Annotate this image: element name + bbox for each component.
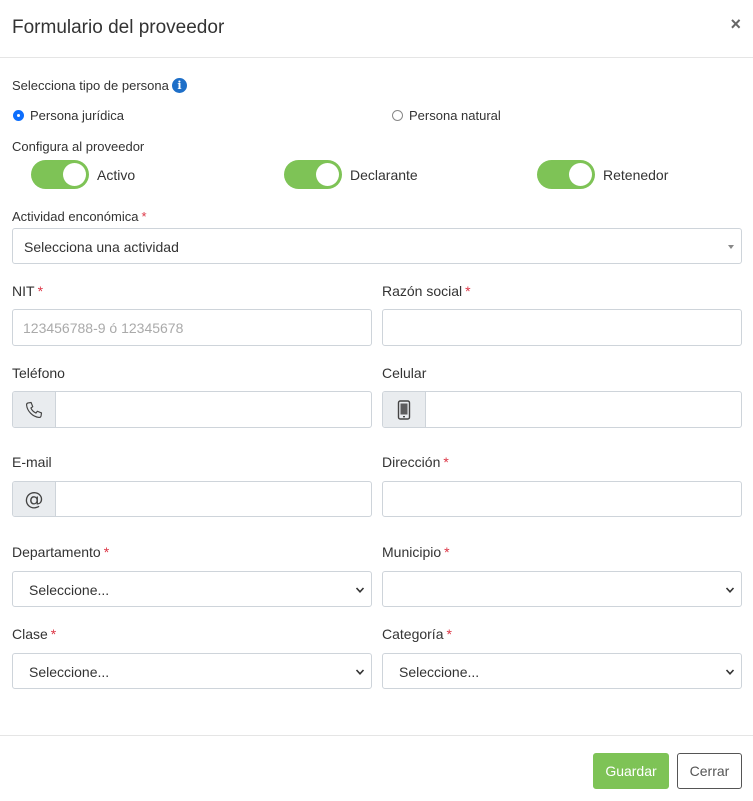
razon-social-label: Razón social * [382, 283, 471, 299]
radio-persona-natural[interactable] [392, 110, 403, 121]
at-glyph: @ [24, 488, 44, 510]
direccion-label-text: Dirección [382, 454, 441, 470]
required-mark: * [50, 626, 57, 642]
supplier-form-modal: Formulario del proveedor × Selecciona ti… [0, 0, 753, 801]
telefono-label: Teléfono [12, 365, 65, 381]
municipio-select[interactable] [382, 571, 742, 607]
modal-title: Formulario del proveedor [12, 17, 225, 38]
radio-label-persona-juridica[interactable]: Persona jurídica [30, 108, 124, 123]
nit-label: NIT * [12, 283, 43, 299]
chevron-down-icon [355, 669, 365, 675]
save-button[interactable]: Guardar [593, 753, 669, 789]
info-icon[interactable]: i [172, 78, 187, 93]
required-mark: * [465, 283, 471, 299]
celular-label: Celular [382, 365, 427, 381]
toggle-knob [316, 163, 339, 186]
required-mark: * [37, 283, 44, 299]
categoria-label: Categoría * [382, 626, 452, 642]
direccion-label: Dirección * [382, 454, 449, 470]
at-icon: @ [13, 482, 56, 516]
close-button[interactable]: Cerrar [677, 753, 742, 789]
municipio-label-text: Municipio [382, 544, 442, 560]
caret-down-icon [728, 245, 734, 249]
telefono-input-group [12, 391, 372, 428]
departamento-select-value: Seleccione... [29, 582, 110, 598]
clase-select-value: Seleccione... [29, 664, 110, 680]
chevron-down-icon [725, 587, 735, 593]
clase-select[interactable]: Seleccione... [12, 653, 372, 689]
clase-label: Clase * [12, 626, 56, 642]
nit-input-wrapper [12, 309, 372, 346]
required-mark: * [103, 544, 110, 560]
toggle-activo[interactable] [31, 160, 89, 189]
chevron-down-icon [355, 587, 365, 593]
required-mark: * [141, 209, 147, 224]
departamento-label-text: Departamento [12, 544, 101, 560]
radio-label-persona-natural[interactable]: Persona natural [409, 108, 501, 123]
razon-social-label-text: Razón social [382, 283, 463, 299]
clase-label-text: Clase [12, 626, 48, 642]
modal-footer: Guardar Cerrar [0, 735, 753, 801]
telefono-input[interactable] [56, 392, 371, 427]
toggle-label-retenedor: Retenedor [603, 167, 669, 183]
departamento-label: Departamento * [12, 544, 109, 560]
toggle-label-declarante: Declarante [350, 167, 418, 183]
celular-input[interactable] [426, 392, 741, 427]
activity-label-text: Actividad enconómica [12, 209, 139, 224]
chevron-down-icon [725, 669, 735, 675]
email-input[interactable] [56, 482, 371, 516]
toggle-label-activo: Activo [97, 167, 136, 183]
mobile-icon [383, 392, 426, 427]
configure-label: Configura al proveedor [12, 139, 145, 154]
close-icon[interactable]: × [730, 14, 741, 34]
activity-select-value: Selecciona una actividad [24, 239, 179, 255]
categoria-select[interactable]: Seleccione... [382, 653, 742, 689]
direccion-input[interactable] [383, 482, 741, 516]
municipio-label: Municipio * [382, 544, 450, 560]
nit-input[interactable] [13, 310, 371, 345]
celular-input-group [382, 391, 742, 428]
email-input-group: @ [12, 481, 372, 517]
categoria-label-text: Categoría [382, 626, 444, 642]
activity-select[interactable]: Selecciona una actividad [12, 228, 742, 264]
toggle-declarante[interactable] [284, 160, 342, 189]
modal-header: Formulario del proveedor × [0, 0, 753, 58]
toggle-knob [569, 163, 592, 186]
required-mark: * [446, 626, 452, 642]
toggle-retenedor[interactable] [537, 160, 595, 189]
razon-social-input[interactable] [383, 310, 741, 345]
activity-label: Actividad enconómica * [12, 209, 147, 224]
razon-social-input-wrapper [382, 309, 742, 346]
phone-icon [13, 392, 56, 427]
radio-persona-juridica[interactable] [13, 110, 24, 121]
nit-label-text: NIT [12, 283, 35, 299]
email-label: E-mail [12, 454, 52, 470]
required-mark: * [443, 454, 449, 470]
departamento-select[interactable]: Seleccione... [12, 571, 372, 607]
toggle-knob [63, 163, 86, 186]
categoria-select-value: Seleccione... [399, 664, 480, 680]
person-type-label: Selecciona tipo de persona [12, 78, 169, 93]
direccion-input-wrapper [382, 481, 742, 517]
required-mark: * [444, 544, 450, 560]
